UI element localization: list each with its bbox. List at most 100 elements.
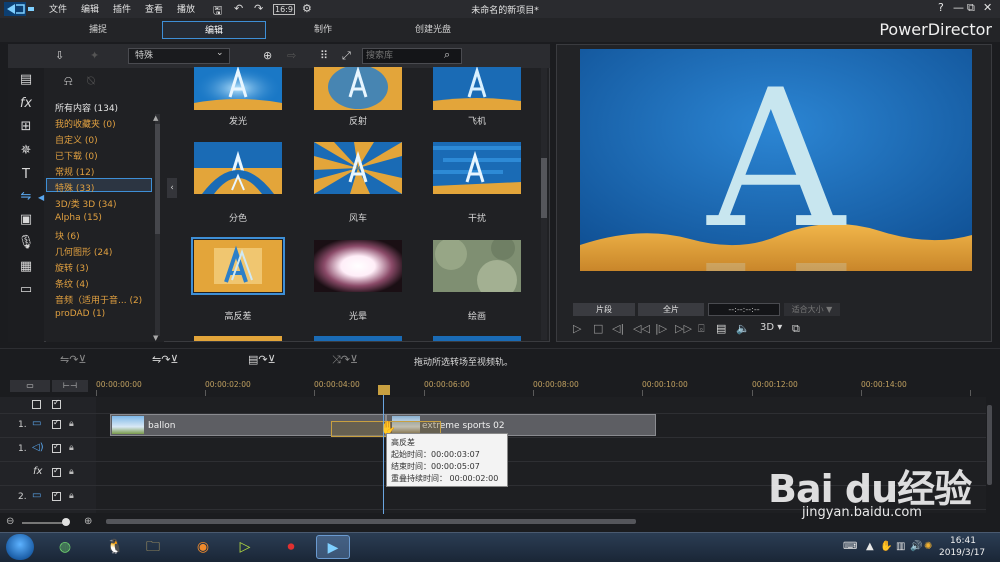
rewind-icon[interactable]: ◁◁ [633, 322, 650, 335]
screen-recorder-icon[interactable]: ⏺ [274, 535, 308, 559]
all-tracks-enable-checkbox[interactable] [52, 398, 61, 409]
zoom-slider-knob[interactable] [62, 518, 70, 526]
audio-mix-room-icon[interactable]: ▣ [16, 212, 36, 227]
chapter-room-icon[interactable]: ▦ [16, 259, 36, 274]
category-item-selected[interactable]: 特殊 (33) [55, 181, 94, 194]
transition-thumb[interactable] [314, 240, 402, 292]
import-media-icon[interactable]: ⇩ [55, 49, 64, 62]
scroll-down-icon[interactable]: ▼ [153, 334, 158, 342]
clock-time[interactable]: 16:41 [950, 536, 976, 546]
menu-playback[interactable]: 播放 [177, 2, 195, 15]
browser-360-icon[interactable]: ◍ [48, 535, 82, 559]
timeline-horizontal-scrollbar[interactable] [106, 519, 636, 524]
category-item[interactable]: 几何图形 (24) [55, 245, 112, 258]
subtitle-room-icon[interactable]: ▭ [16, 282, 36, 297]
search-icon[interactable]: ⌕ [444, 48, 450, 62]
zoom-out-icon[interactable]: ⊖ [6, 516, 14, 527]
library-scrollbar-thumb[interactable] [541, 158, 547, 218]
track-enable-checkbox[interactable] [52, 466, 61, 477]
next-frame-icon[interactable]: |▷ [655, 322, 667, 335]
3d-mode-toggle[interactable]: 3D ▾ [760, 322, 782, 333]
camtasia-icon[interactable]: ▷ [228, 535, 262, 559]
menu-file[interactable]: 文件 [49, 2, 67, 15]
category-item[interactable]: 已下载 (0) [55, 149, 98, 162]
transition-thumb[interactable] [433, 67, 521, 110]
track-manager-button[interactable]: ▭ [10, 380, 50, 392]
previous-frame-icon[interactable]: ◁| [612, 322, 624, 335]
track-enable-checkbox[interactable] [52, 418, 61, 429]
category-item[interactable]: 3D/类 3D (34) [55, 197, 117, 210]
all-tracks-select-icon[interactable] [32, 400, 41, 409]
category-item[interactable]: 自定义 (0) [55, 133, 98, 146]
category-item[interactable]: 块 (6) [55, 229, 80, 242]
tab-produce[interactable]: 制作 [271, 21, 375, 39]
category-dropdown[interactable]: 特殊 [128, 48, 230, 64]
category-item[interactable]: 音频（适用于音... (2) [55, 293, 142, 306]
transition-crossfade-icon[interactable]: ⇋↷⊻ [152, 353, 179, 366]
file-explorer-icon[interactable]: 🗀 [136, 535, 170, 559]
timeline-vertical-scrollbar[interactable] [987, 405, 992, 485]
undo-icon[interactable]: ↶ [234, 2, 243, 15]
timecode-display[interactable]: --:--:--:-- [708, 303, 780, 316]
category-item[interactable]: Alpha (15) [55, 213, 102, 223]
tab-edit[interactable]: 编辑 [162, 21, 266, 39]
category-item[interactable]: 我的收藏夹 (0) [55, 117, 116, 130]
hand-tray-icon[interactable]: ✋ [880, 541, 892, 552]
clip-mode-button[interactable]: 片段 [573, 303, 635, 316]
transition-thumb[interactable] [194, 142, 282, 194]
voice-over-room-icon[interactable]: 🎙 [16, 235, 36, 250]
network-tray-icon[interactable]: ▥ [896, 541, 905, 552]
menu-edit[interactable]: 编辑 [81, 2, 99, 15]
category-item[interactable]: proDAD (1) [55, 309, 105, 319]
close-button[interactable]: ✕ [983, 1, 992, 14]
transition-thumb[interactable] [314, 336, 402, 341]
menu-view[interactable]: 查看 [145, 2, 163, 15]
lock-icon[interactable]: 🔒︎ [69, 443, 74, 453]
fast-forward-icon[interactable]: ▷▷ [675, 322, 692, 335]
pip-room-icon[interactable]: ⊞ [16, 119, 36, 134]
clock-date[interactable]: 2019/3/17 [939, 548, 985, 558]
category-item[interactable]: 旋转 (3) [55, 261, 89, 274]
redo-icon[interactable]: ↷ [254, 2, 263, 15]
add-custom-tag-icon[interactable]: ⍾ [64, 74, 73, 89]
transition-thumb[interactable] [194, 67, 282, 110]
transition-apply-all-icon[interactable]: ▤↷⊻ [248, 353, 276, 366]
track-enable-checkbox[interactable] [52, 442, 61, 453]
category-scrollbar-thumb[interactable] [155, 124, 160, 234]
transition-thumb[interactable] [433, 240, 521, 292]
category-item[interactable]: 常规 (12) [55, 165, 94, 178]
stop-icon[interactable]: □ [593, 322, 603, 335]
powerdirector-taskbar-icon[interactable]: ▶ [316, 535, 350, 559]
arrow-tray-icon[interactable]: ▲ [866, 541, 874, 552]
qq-icon[interactable]: 🐧 [98, 535, 132, 559]
transition-thumb-selected[interactable] [191, 237, 285, 295]
transition-room-icon[interactable]: ⇋ [16, 189, 36, 204]
transition-thumb[interactable] [314, 67, 402, 110]
tab-capture[interactable]: 捕捉 [46, 21, 150, 39]
transition-thumb[interactable] [194, 336, 282, 341]
play-icon[interactable]: ▷ [573, 322, 581, 335]
volume-icon[interactable]: 🔈 [736, 322, 750, 335]
transition-thumb[interactable] [433, 142, 521, 194]
expand-view-icon[interactable]: ⤢ [342, 49, 351, 63]
category-item[interactable]: 所有内容 (134) [55, 101, 118, 114]
tab-create-disc[interactable]: 创建光盘 [381, 21, 485, 39]
notification-tray-icon[interactable]: ✺ [924, 541, 932, 552]
scroll-up-icon[interactable]: ▲ [153, 114, 158, 122]
transition-thumb[interactable] [314, 142, 402, 194]
fit-timeline-button[interactable]: ⊢⊣ [52, 380, 88, 392]
settings-gear-icon[interactable]: ⚙ [302, 2, 312, 15]
lock-icon[interactable]: 🔒︎ [69, 491, 74, 501]
add-to-favorites-icon[interactable]: ⊕ [263, 49, 272, 62]
zoom-in-icon[interactable]: ⊕ [84, 516, 92, 527]
playhead-handle[interactable] [378, 385, 390, 395]
keyboard-tray-icon[interactable]: ⌨ [843, 541, 857, 552]
lock-icon[interactable]: 🔒︎ [69, 419, 74, 429]
volume-tray-icon[interactable]: 🔊 [910, 541, 922, 552]
particle-room-icon[interactable]: ✵ [16, 143, 36, 158]
title-room-icon[interactable]: T [16, 167, 36, 182]
undock-preview-icon[interactable]: ⧉ [792, 322, 800, 336]
menu-plugins[interactable]: 插件 [113, 2, 131, 15]
snapshot-icon[interactable]: ⌻ [698, 322, 705, 336]
grid-view-icon[interactable]: ⠿ [320, 49, 328, 62]
